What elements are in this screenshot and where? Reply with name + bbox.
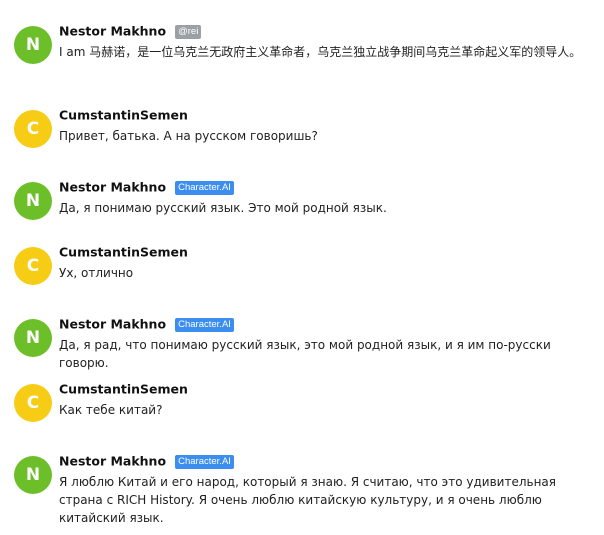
chat-message: N Nestor Makhno Character.AI Я люблю Кит… <box>14 452 596 527</box>
chat-message: N Nestor Makhno Character.AI Да, я рад, … <box>14 315 596 372</box>
message-text: Как тебе китай? <box>59 403 163 417</box>
message-text: Да, я рад, что понимаю русский язык, это… <box>59 338 551 370</box>
chat-message: N Nestor Makhno Character.AI Да, я поним… <box>14 178 596 220</box>
message-text: Ух, отлично <box>59 266 134 280</box>
author-name[interactable]: Nestor Makhno <box>59 317 166 332</box>
chat-message: C CumstantinSemen Как тебе китай? <box>14 380 596 422</box>
avatar[interactable]: C <box>14 384 52 422</box>
avatar[interactable]: C <box>14 247 52 285</box>
avatar[interactable]: N <box>14 182 52 220</box>
author-name[interactable]: Nestor Makhno <box>59 180 166 195</box>
chat-message: C CumstantinSemen Привет, батька. А на р… <box>14 106 596 148</box>
avatar[interactable]: C <box>14 110 52 148</box>
message-text: Я люблю Китай и его народ, который я зна… <box>59 475 556 525</box>
message-text: Да, я понимаю русский язык. Это мой родн… <box>59 201 387 215</box>
chat-message: C CumstantinSemen Ух, отлично <box>14 243 596 285</box>
avatar[interactable]: N <box>14 456 52 494</box>
avatar[interactable]: N <box>14 319 52 357</box>
author-name[interactable]: Nestor Makhno <box>59 24 166 39</box>
author-name[interactable]: CumstantinSemen <box>59 382 188 397</box>
character-ai-badge: Character.AI <box>175 180 234 195</box>
message-text: Привет, батька. А на русском говоришь? <box>59 129 318 143</box>
character-ai-badge: Character.AI <box>175 454 234 469</box>
user-handle-badge: @rei <box>175 24 202 39</box>
author-name[interactable]: CumstantinSemen <box>59 108 188 123</box>
author-name[interactable]: Nestor Makhno <box>59 454 166 469</box>
message-text: I am 马赫诺，是一位乌克兰无政府主义革命者，乌克兰独立战争期间乌克兰革命起义… <box>59 45 582 59</box>
chat-message: N Nestor Makhno @rei I am 马赫诺，是一位乌克兰无政府主… <box>14 22 596 64</box>
avatar[interactable]: N <box>14 26 52 64</box>
character-ai-badge: Character.AI <box>175 317 234 332</box>
author-name[interactable]: CumstantinSemen <box>59 245 188 260</box>
